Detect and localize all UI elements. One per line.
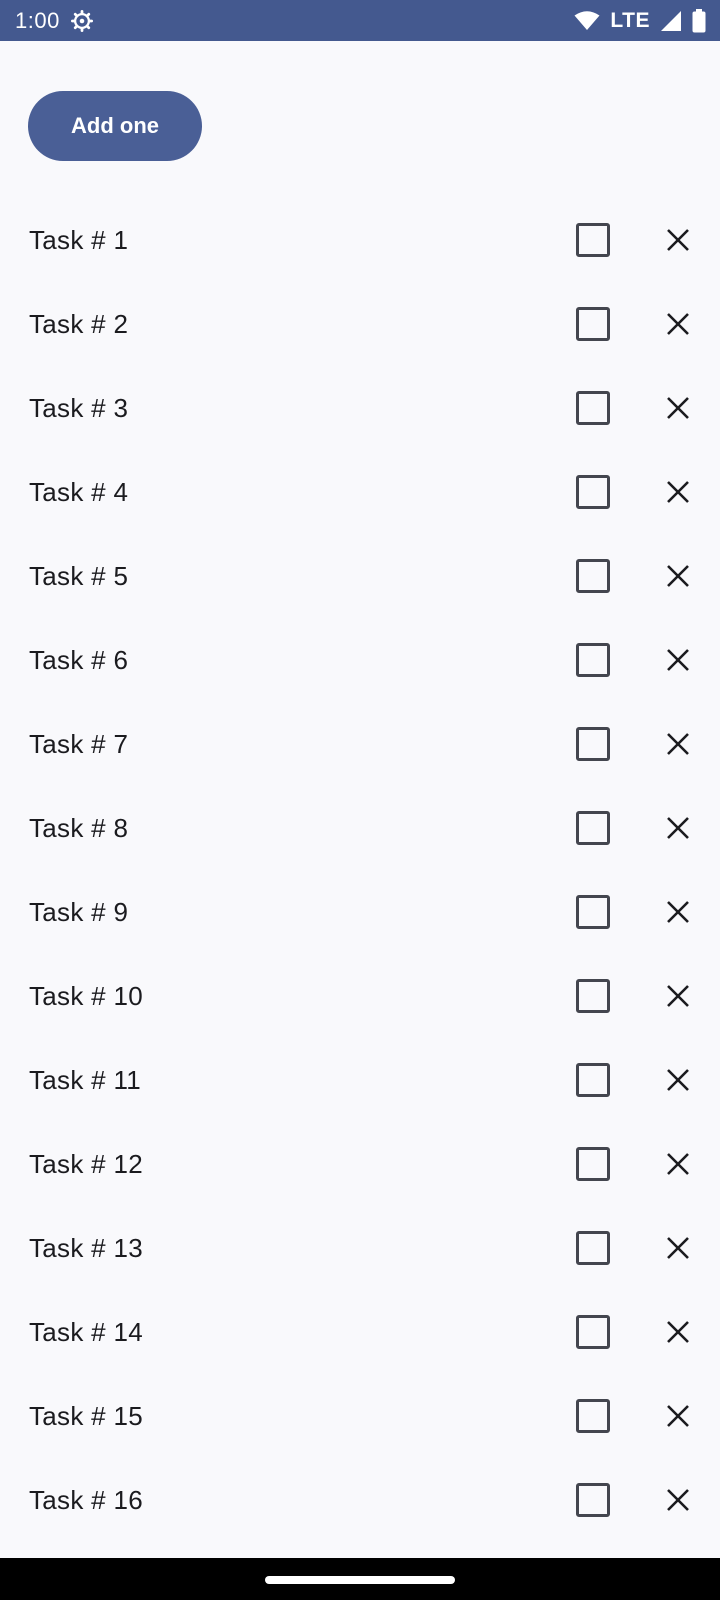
close-icon [667,1321,689,1343]
task-label: Task # 1 [29,224,129,255]
remove-task-button[interactable] [663,309,693,339]
close-icon [667,397,689,419]
checkbox-unchecked-icon[interactable] [576,1147,610,1181]
close-icon [667,481,689,503]
task-row: Task # 9 [0,870,720,954]
close-icon [667,733,689,755]
remove-task-button[interactable] [663,1485,693,1515]
task-label: Task # 15 [29,1400,143,1431]
remove-task-button[interactable] [663,645,693,675]
close-icon [667,649,689,671]
task-label: Task # 5 [29,560,129,591]
remove-task-button[interactable] [663,477,693,507]
task-label: Task # 4 [29,476,129,507]
task-row: Task # 16 [0,1458,720,1542]
network-type-label: LTE [610,8,650,32]
task-label: Task # 14 [29,1316,143,1347]
remove-task-button[interactable] [663,981,693,1011]
task-row: Task # 13 [0,1206,720,1290]
task-row: Task # 12 [0,1122,720,1206]
remove-task-button[interactable] [663,1401,693,1431]
task-label: Task # 7 [29,728,129,759]
task-label: Task # 10 [29,980,143,1011]
task-label: Task # 16 [29,1484,143,1515]
close-icon [667,313,689,335]
task-label: Task # 8 [29,812,129,843]
remove-task-button[interactable] [663,1149,693,1179]
task-label: Task # 13 [29,1232,143,1263]
task-label: Task # 6 [29,644,129,675]
task-label: Task # 9 [29,896,129,927]
task-list: Task # 1 Task # 2 Task # 3 Task # 4 Task # 5… [0,198,720,1542]
checkbox-unchecked-icon[interactable] [576,1231,610,1265]
status-bar: 1:00 LTE [0,0,720,41]
task-row: Task # 2 [0,282,720,366]
task-label: Task # 11 [29,1064,142,1095]
checkbox-unchecked-icon[interactable] [576,979,610,1013]
settings-gear-icon [70,9,93,32]
checkbox-unchecked-icon[interactable] [576,1063,610,1097]
checkbox-unchecked-icon[interactable] [576,391,610,425]
remove-task-button[interactable] [663,897,693,927]
close-icon [667,1405,689,1427]
remove-task-button[interactable] [663,729,693,759]
close-icon [667,1153,689,1175]
close-icon [667,229,689,251]
remove-task-button[interactable] [663,393,693,423]
task-row: Task # 4 [0,450,720,534]
close-icon [667,565,689,587]
close-icon [667,985,689,1007]
task-row: Task # 8 [0,786,720,870]
task-row: Task # 14 [0,1290,720,1374]
close-icon [667,1489,689,1511]
task-label: Task # 2 [29,308,129,339]
battery-icon [692,8,706,32]
remove-task-button[interactable] [663,1233,693,1263]
checkbox-unchecked-icon[interactable] [576,223,610,257]
checkbox-unchecked-icon[interactable] [576,811,610,845]
task-row: Task # 7 [0,702,720,786]
checkbox-unchecked-icon[interactable] [576,895,610,929]
task-row: Task # 10 [0,954,720,1038]
remove-task-button[interactable] [663,225,693,255]
close-icon [667,901,689,923]
checkbox-unchecked-icon[interactable] [576,1315,610,1349]
close-icon [667,1237,689,1259]
checkbox-unchecked-icon[interactable] [576,559,610,593]
remove-task-button[interactable] [663,561,693,591]
task-screen: Add one Task # 1 Task # 2 Task # 3 Task # 4… [0,41,720,1558]
home-handle[interactable] [265,1576,455,1584]
task-label: Task # 3 [29,392,129,423]
task-row: Task # 1 [0,198,720,282]
wifi-icon [574,10,600,30]
status-time: 1:00 [15,7,60,33]
checkbox-unchecked-icon[interactable] [576,307,610,341]
close-icon [667,817,689,839]
checkbox-unchecked-icon[interactable] [576,475,610,509]
checkbox-unchecked-icon[interactable] [576,1483,610,1517]
close-icon [667,1069,689,1091]
remove-task-button[interactable] [663,1065,693,1095]
status-bar-left: 1:00 [15,8,93,34]
cellular-signal-icon [661,10,681,31]
checkbox-unchecked-icon[interactable] [576,643,610,677]
task-row: Task # 5 [0,534,720,618]
task-row: Task # 15 [0,1374,720,1458]
task-row: Task # 11 [0,1038,720,1122]
checkbox-unchecked-icon[interactable] [576,727,610,761]
status-bar-right: LTE [564,8,706,33]
task-row: Task # 6 [0,618,720,702]
task-label: Task # 12 [29,1148,143,1179]
navigation-bar [0,1558,720,1600]
task-row: Task # 3 [0,366,720,450]
remove-task-button[interactable] [663,813,693,843]
checkbox-unchecked-icon[interactable] [576,1399,610,1433]
remove-task-button[interactable] [663,1317,693,1347]
add-one-button[interactable]: Add one [28,91,202,161]
